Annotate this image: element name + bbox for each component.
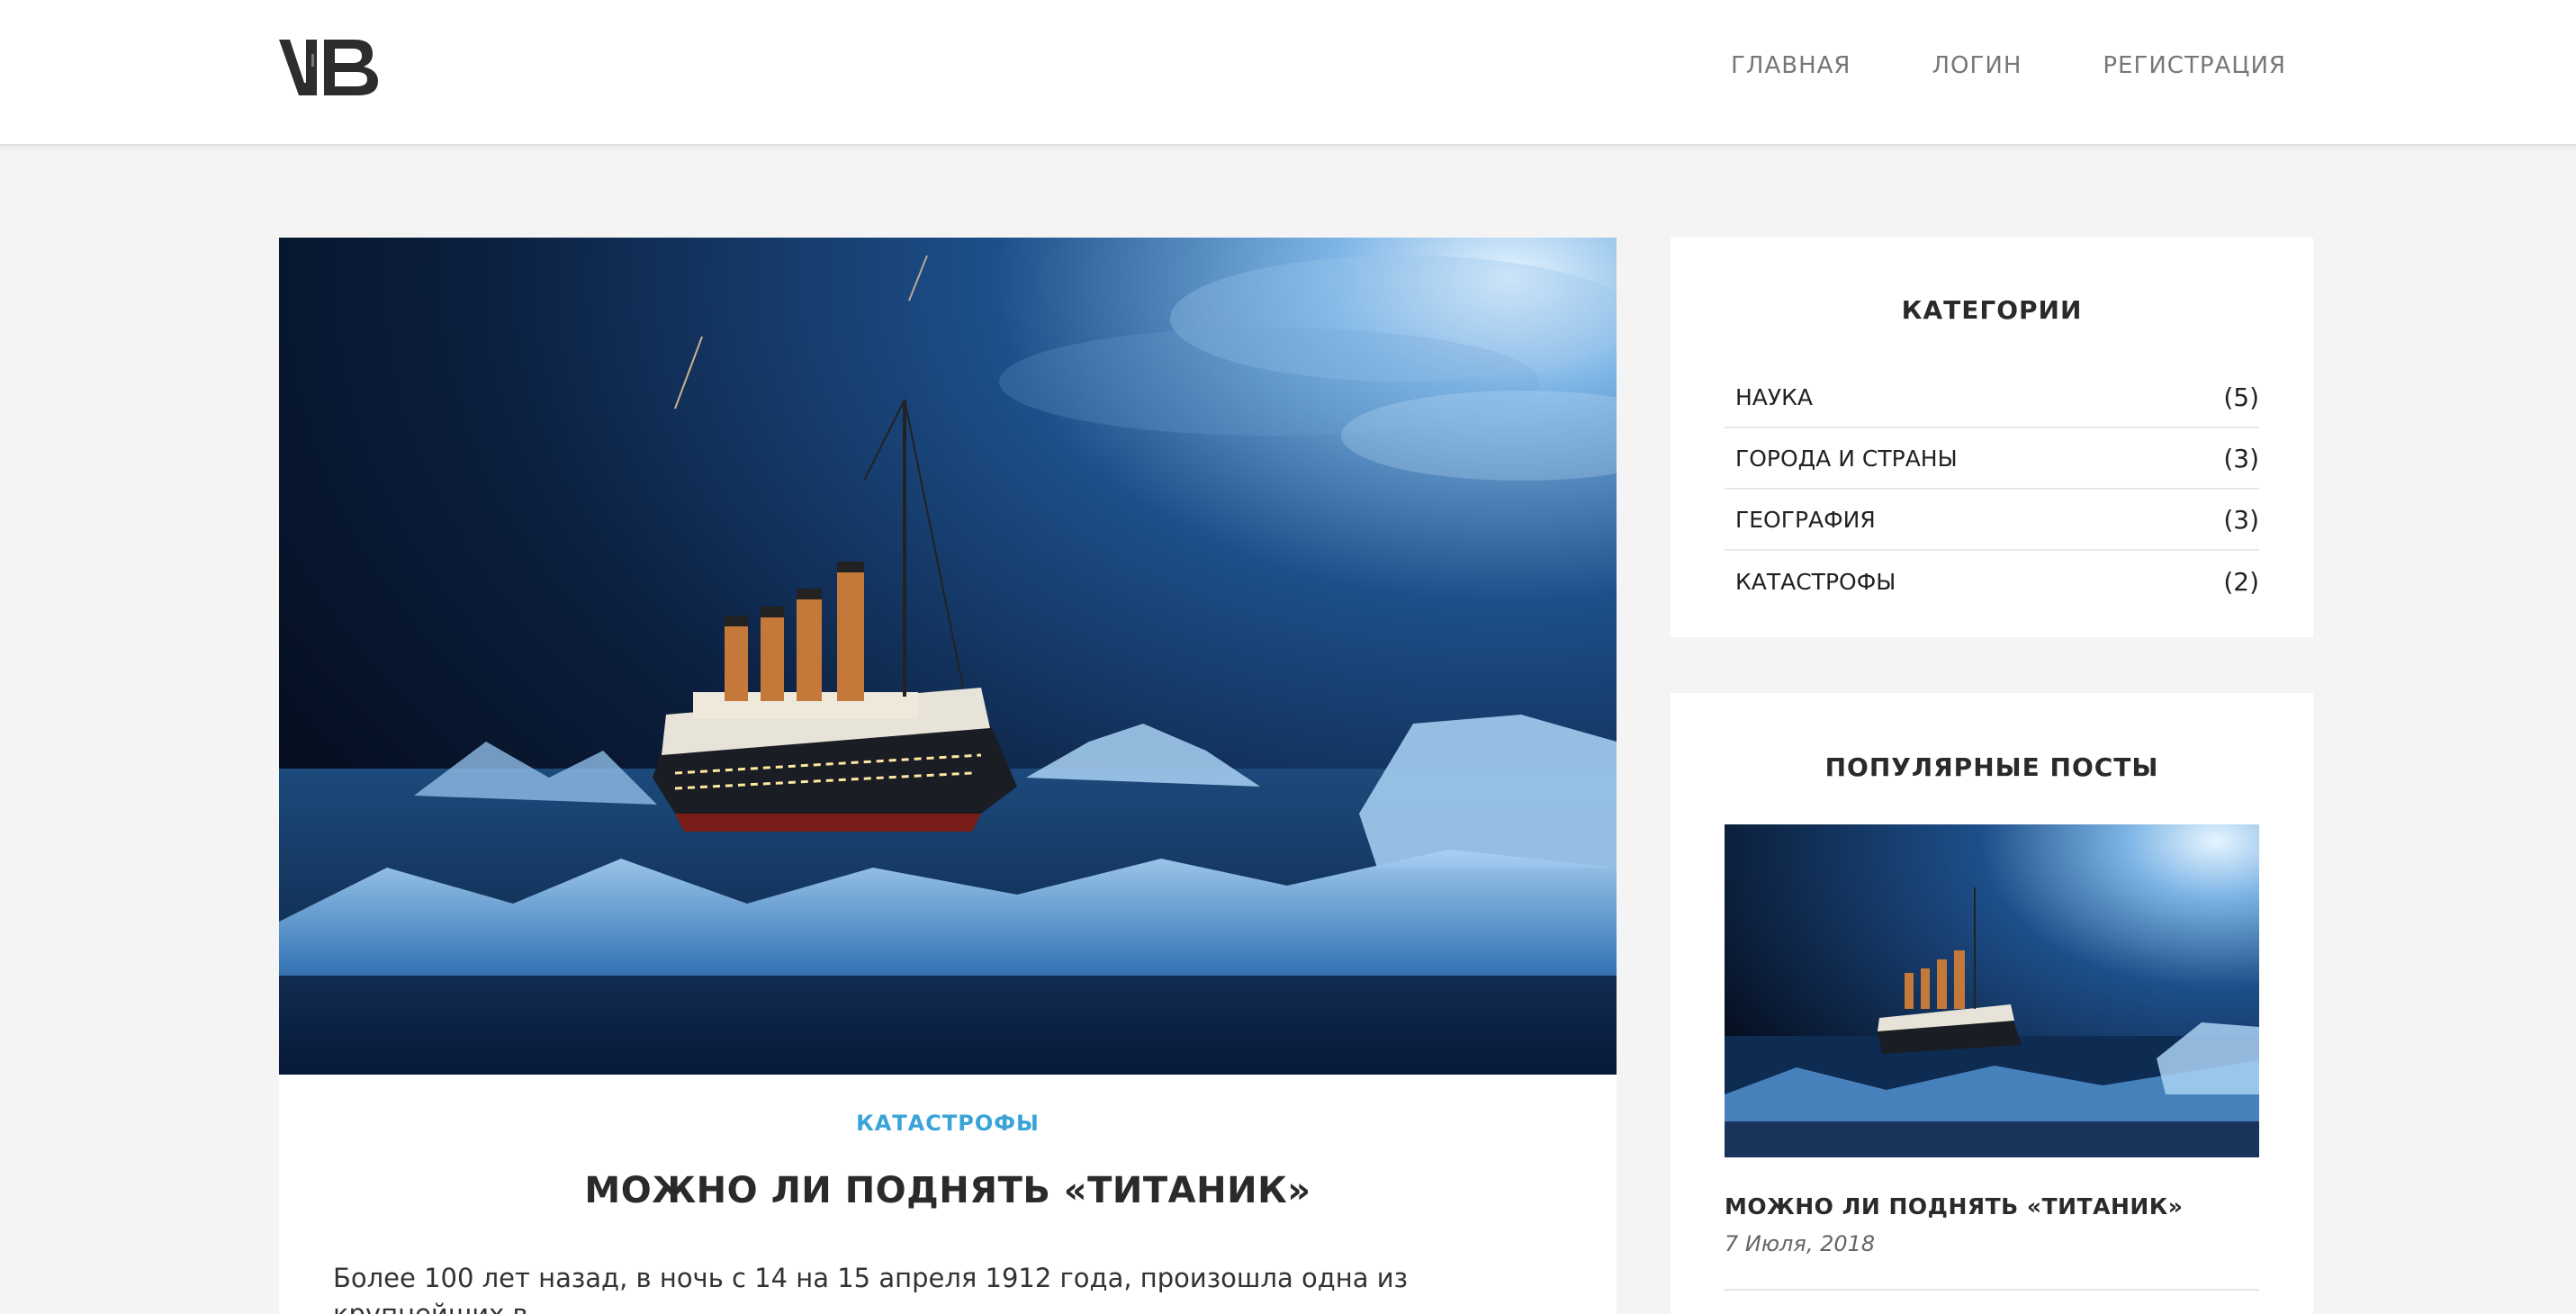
category-label: КАТАСТРОФЫ bbox=[1735, 568, 1896, 595]
category-count: (3) bbox=[2223, 443, 2259, 473]
category-label: НАУКА bbox=[1735, 383, 1813, 410]
category-count: (5) bbox=[2223, 382, 2259, 412]
category-item-cities[interactable]: ГОРОДА И СТРАНЫ (3) bbox=[1725, 428, 2259, 490]
popular-post-image[interactable] bbox=[1725, 824, 2259, 1157]
category-label: ГОРОДА И СТРАНЫ bbox=[1735, 445, 1958, 472]
article-excerpt: Более 100 лет назад, в ночь с 14 на 15 а… bbox=[333, 1263, 1408, 1314]
category-label: ГЕОГРАФИЯ bbox=[1735, 506, 1876, 533]
site-header: ГЛАВНАЯ ЛОГИН РЕГИСТРАЦИЯ bbox=[0, 0, 2576, 146]
article-title[interactable]: МОЖНО ЛИ ПОДНЯТЬ «ТИТАНИК» bbox=[279, 1170, 1617, 1211]
category-item-geography[interactable]: ГЕОГРАФИЯ (3) bbox=[1725, 490, 2259, 551]
site-logo[interactable] bbox=[279, 36, 383, 99]
category-item-disasters[interactable]: КАТАСТРОФЫ (2) bbox=[1725, 551, 2259, 612]
article-card: КАТАСТРОФЫ МОЖНО ЛИ ПОДНЯТЬ «ТИТАНИК» Бо… bbox=[279, 238, 1617, 1314]
nav-login[interactable]: ЛОГИН bbox=[1932, 52, 2022, 79]
article-category-link[interactable]: КАТАСТРОФЫ bbox=[279, 1111, 1617, 1136]
category-count: (2) bbox=[2223, 566, 2259, 597]
nav-register[interactable]: РЕГИСТРАЦИЯ bbox=[2103, 52, 2286, 79]
popular-post-title[interactable]: МОЖНО ЛИ ПОДНЯТЬ «ТИТАНИК» bbox=[1725, 1193, 2259, 1220]
nav-home[interactable]: ГЛАВНАЯ bbox=[1731, 52, 1851, 79]
logo-mark-icon bbox=[279, 40, 378, 95]
divider bbox=[1725, 1289, 2259, 1291]
category-item-science[interactable]: НАУКА (5) bbox=[1725, 367, 2259, 428]
categories-list: НАУКА (5) ГОРОДА И СТРАНЫ (3) ГЕОГРАФИЯ … bbox=[1725, 367, 2259, 612]
category-count: (3) bbox=[2223, 504, 2259, 535]
article-image[interactable] bbox=[279, 238, 1617, 1075]
categories-widget: КАТЕГОРИИ НАУКА (5) ГОРОДА И СТРАНЫ (3) … bbox=[1671, 238, 2313, 637]
categories-title: КАТЕГОРИИ bbox=[1901, 295, 2083, 325]
popular-post-date: 7 Июля, 2018 bbox=[1725, 1231, 1876, 1256]
popular-posts-widget: ПОПУЛЯРНЫЕ ПОСТЫ МОЖНО ЛИ ПОДНЯТЬ «ТИТАН… bbox=[1671, 693, 2313, 1314]
main-nav: ГЛАВНАЯ ЛОГИН РЕГИСТРАЦИЯ bbox=[1731, 52, 2286, 79]
popular-posts-title: ПОПУЛЯРНЫЕ ПОСТЫ bbox=[1824, 752, 2159, 782]
